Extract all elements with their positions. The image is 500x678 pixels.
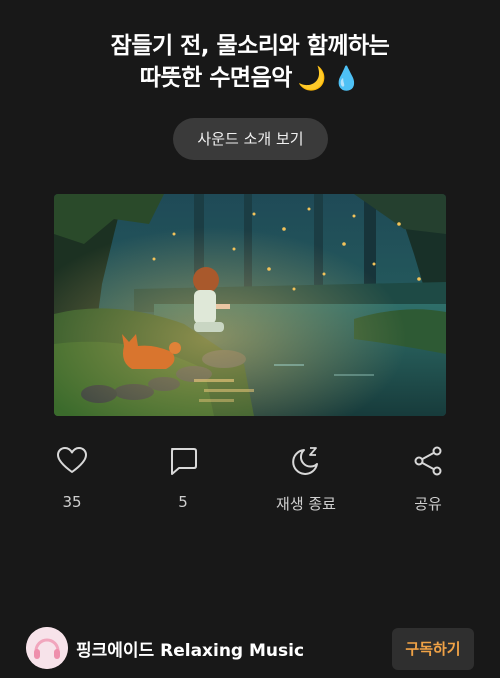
forest-pond-illustration: [54, 194, 446, 416]
action-bar: 35 5 재생 종료 공유: [0, 444, 500, 524]
like-count: 35: [62, 493, 82, 511]
like-button[interactable]: 35: [22, 444, 122, 511]
channel-name[interactable]: 핑크에이드 Relaxing Music: [76, 636, 304, 661]
title-line-1: 잠들기 전, 물소리와 함께하는: [110, 33, 390, 59]
share-icon: [414, 446, 442, 476]
page-title: 잠들기 전, 물소리와 함께하는 따뜻한 수면음악 🌙 💧: [20, 30, 480, 95]
sleep-timer-button[interactable]: 재생 종료: [256, 444, 356, 514]
comment-count: 5: [178, 493, 188, 511]
comment-icon: [171, 448, 197, 475]
channel-avatar[interactable]: [26, 627, 68, 669]
moon-zz-icon: [292, 447, 318, 475]
comment-button[interactable]: 5: [133, 444, 233, 511]
channel-info: 핑크에이드 Relaxing Music: [26, 626, 304, 670]
subscribe-button[interactable]: 구독하기: [392, 628, 474, 670]
water-drop-icon: 💧: [332, 65, 361, 92]
share-button[interactable]: 공유: [378, 444, 478, 514]
headphones-avatar-icon: [26, 627, 68, 669]
sound-intro-button[interactable]: 사운드 소개 보기: [173, 118, 328, 160]
title-line-2-text: 따뜻한 수면음악: [139, 65, 293, 91]
heart-icon: [57, 447, 87, 473]
share-label: 공유: [414, 495, 442, 513]
thumbnail-image[interactable]: [54, 194, 446, 416]
player-detail-page: 잠들기 전, 물소리와 함께하는 따뜻한 수면음악🌙💧 사운드 소개 보기: [0, 0, 500, 678]
sleep-timer-label: 재생 종료: [276, 495, 336, 513]
crescent-moon-icon: 🌙: [297, 65, 327, 92]
title-line-2: 따뜻한 수면음악 🌙 💧: [20, 62, 480, 95]
